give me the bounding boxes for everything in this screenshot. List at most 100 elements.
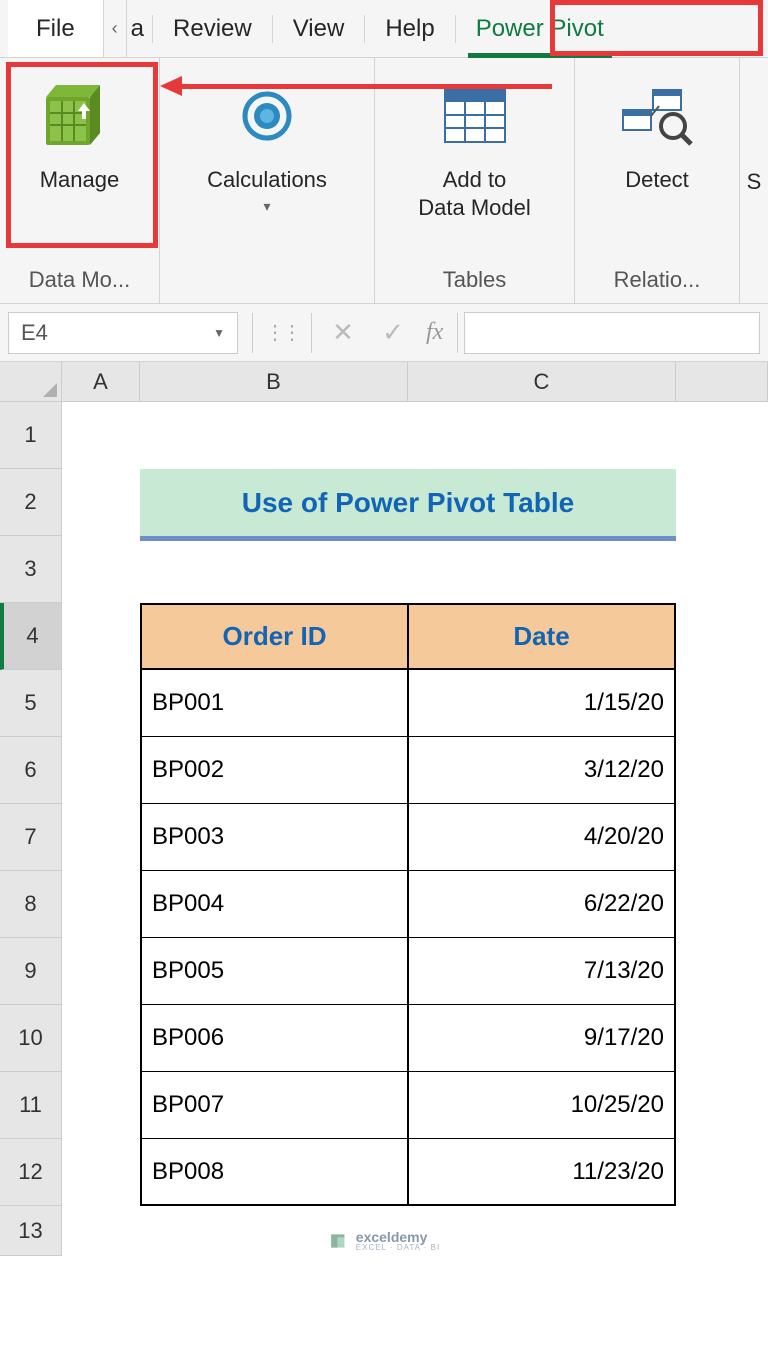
- worksheet-grid: A B C 12345678910111213 Use of Power Piv…: [0, 362, 768, 1256]
- row-header[interactable]: 11: [0, 1072, 61, 1139]
- ribbon-group-calculations: Calculations ▾: [160, 58, 375, 303]
- row-header[interactable]: 7: [0, 804, 61, 871]
- add-to-data-model-button[interactable]: Add to Data Model: [375, 58, 575, 261]
- cells-area[interactable]: Use of Power Pivot Table Order ID Date B…: [62, 402, 768, 1256]
- cell-order[interactable]: BP004: [140, 871, 408, 938]
- formula-bar: E4 ▼ ⋮⋮ ✕ ✓ fx: [0, 304, 768, 362]
- cell-date[interactable]: 1/15/20: [408, 670, 676, 737]
- row-header[interactable]: 3: [0, 536, 61, 603]
- watermark-icon: [328, 1231, 348, 1251]
- row-header[interactable]: 4: [0, 603, 61, 670]
- calculations-icon: [239, 76, 295, 156]
- tabs-collapse-icon[interactable]: ‹: [104, 0, 127, 57]
- cell-order[interactable]: BP005: [140, 938, 408, 1005]
- cell-date[interactable]: 9/17/20: [408, 1005, 676, 1072]
- cancel-formula-button[interactable]: ✕: [318, 317, 368, 348]
- cell-date[interactable]: 7/13/20: [408, 938, 676, 1005]
- table-row: BP00811/23/20: [62, 1139, 768, 1206]
- ribbon-group-overflow: S: [740, 58, 768, 303]
- calculations-label: Calculations: [207, 166, 327, 194]
- row-header[interactable]: 10: [0, 1005, 61, 1072]
- watermark-sub: EXCEL · DATA · BI: [356, 1244, 440, 1252]
- tab-file[interactable]: File: [8, 0, 104, 57]
- detect-icon: [621, 76, 693, 156]
- detect-label: Detect: [625, 166, 689, 194]
- row-headers: 12345678910111213: [0, 402, 62, 1256]
- name-box[interactable]: E4 ▼: [8, 312, 238, 354]
- detect-button[interactable]: Detect: [575, 58, 740, 261]
- cell-order[interactable]: BP002: [140, 737, 408, 804]
- row-header[interactable]: 6: [0, 737, 61, 804]
- table-icon: [443, 76, 507, 156]
- group-label-tables: Tables: [375, 261, 574, 303]
- watermark: exceldemy EXCEL · DATA · BI: [328, 1230, 440, 1252]
- watermark-brand: exceldemy: [356, 1230, 440, 1244]
- table-row: BP0034/20/20: [62, 804, 768, 871]
- row-header[interactable]: 8: [0, 871, 61, 938]
- tab-review[interactable]: Review: [153, 0, 272, 57]
- cell-order[interactable]: BP001: [140, 670, 408, 737]
- cell-date[interactable]: 3/12/20: [408, 737, 676, 804]
- table-row: BP0069/17/20: [62, 1005, 768, 1072]
- separator: [457, 313, 458, 353]
- sheet-title: Use of Power Pivot Table: [140, 469, 676, 536]
- row-header[interactable]: 13: [0, 1206, 61, 1256]
- table-header-order: Order ID: [140, 603, 408, 670]
- cell-date[interactable]: 10/25/20: [408, 1072, 676, 1139]
- group-label-relationships: Relatio...: [575, 261, 739, 303]
- manage-button[interactable]: Manage: [0, 58, 160, 261]
- cell-date[interactable]: 6/22/20: [408, 871, 676, 938]
- column-header-next[interactable]: [676, 362, 768, 401]
- title-underline: [140, 536, 676, 541]
- manage-label: Manage: [40, 166, 120, 194]
- ribbon-group-relationships: Detect Relatio...: [575, 58, 740, 303]
- cell-order[interactable]: BP003: [140, 804, 408, 871]
- chevron-down-icon[interactable]: ▼: [213, 326, 225, 340]
- cell-order[interactable]: BP006: [140, 1005, 408, 1072]
- formula-input[interactable]: [464, 312, 760, 354]
- add-label-2: Data Model: [418, 194, 531, 222]
- cell-date[interactable]: 4/20/20: [408, 804, 676, 871]
- column-header-a[interactable]: A: [62, 362, 140, 401]
- table-row: BP00710/25/20: [62, 1072, 768, 1139]
- tab-power-pivot[interactable]: Power Pivot: [456, 0, 624, 57]
- column-header-c[interactable]: C: [408, 362, 676, 401]
- confirm-formula-button[interactable]: ✓: [368, 317, 418, 348]
- group-label-data-model: Data Mo...: [0, 261, 159, 303]
- column-headers: A B C: [62, 362, 768, 402]
- overflow-button[interactable]: S: [743, 58, 766, 261]
- add-label-1: Add to: [443, 166, 507, 194]
- separator: [311, 313, 312, 353]
- drag-handle-icon[interactable]: ⋮⋮: [259, 320, 305, 345]
- table-row: BP0046/22/20: [62, 871, 768, 938]
- cell-order[interactable]: BP008: [140, 1139, 408, 1206]
- ribbon-body: Manage Data Mo... Calculations ▾: [0, 58, 768, 304]
- separator: [252, 313, 253, 353]
- ribbon-tabs: File ‹ a Review View Help Power Pivot: [0, 0, 768, 58]
- tab-view[interactable]: View: [273, 0, 365, 57]
- table-row: BP0023/12/20: [62, 737, 768, 804]
- cell-date[interactable]: 11/23/20: [408, 1139, 676, 1206]
- table-row: BP0011/15/20: [62, 670, 768, 737]
- select-all-corner[interactable]: [0, 362, 62, 402]
- row-header[interactable]: 12: [0, 1139, 61, 1206]
- tab-hidden-fragment[interactable]: a: [127, 0, 152, 57]
- ribbon-group-data-model: Manage Data Mo...: [0, 58, 160, 303]
- row-header[interactable]: 2: [0, 469, 61, 536]
- row-header[interactable]: 5: [0, 670, 61, 737]
- table-header-date: Date: [408, 603, 676, 670]
- cell-order[interactable]: BP007: [140, 1072, 408, 1139]
- column-header-b[interactable]: B: [140, 362, 408, 401]
- row-header[interactable]: 9: [0, 938, 61, 1005]
- group-label-calc: [160, 261, 374, 303]
- name-box-value: E4: [21, 320, 48, 346]
- calculations-button[interactable]: Calculations ▾: [160, 58, 375, 261]
- overflow-label: S: [747, 168, 762, 196]
- ribbon-group-tables: Add to Data Model Tables: [375, 58, 575, 303]
- chevron-down-icon: ▾: [263, 198, 270, 216]
- fx-icon[interactable]: fx: [418, 319, 451, 346]
- tab-help[interactable]: Help: [365, 0, 454, 57]
- row-header[interactable]: 1: [0, 402, 61, 469]
- table-row: BP0057/13/20: [62, 938, 768, 1005]
- manage-icon: [44, 76, 116, 156]
